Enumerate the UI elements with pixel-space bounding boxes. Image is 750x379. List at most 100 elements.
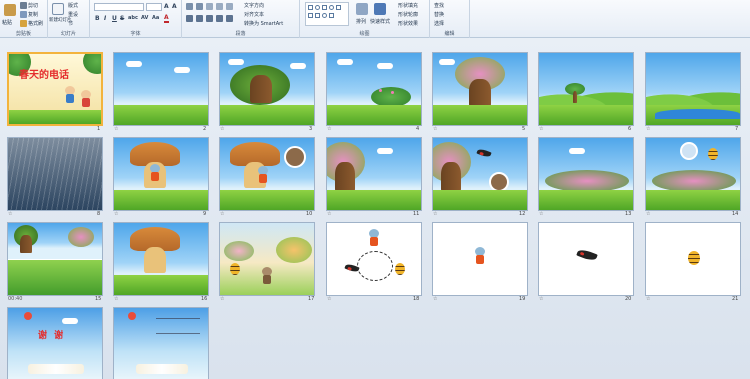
slide-thumbnail-3[interactable] — [219, 52, 315, 126]
justify-icon[interactable] — [216, 15, 223, 22]
new-slide-icon[interactable] — [52, 3, 64, 15]
slide-thumbnail-12[interactable] — [432, 137, 528, 211]
rectangle-shape-icon[interactable] — [308, 5, 313, 10]
align-right-icon[interactable] — [206, 15, 213, 22]
layout-button[interactable]: 版式 — [68, 2, 78, 9]
align-left-icon[interactable] — [186, 15, 193, 22]
transition-icon[interactable]: ☆ — [8, 211, 12, 217]
transition-icon[interactable]: ☆ — [539, 211, 543, 217]
slide-thumbnail-20[interactable] — [538, 222, 634, 296]
slide-number: 7 — [735, 126, 739, 132]
decrease-indent-icon[interactable] — [206, 3, 213, 10]
arrange-icon[interactable] — [356, 3, 368, 15]
grow-font-icon[interactable]: A — [164, 3, 169, 10]
transition-icon[interactable]: ☆ — [114, 211, 118, 217]
star-shape-icon[interactable] — [315, 13, 320, 18]
slide-thumbnail-7[interactable] — [645, 52, 741, 126]
transition-icon[interactable]: ☆ — [539, 126, 543, 132]
paste-icon[interactable] — [4, 4, 16, 16]
transition-icon[interactable]: ☆ — [220, 126, 224, 132]
transition-icon[interactable]: ☆ — [327, 211, 331, 217]
find-button[interactable]: 查找 — [434, 2, 444, 9]
transition-icon[interactable]: ☆ — [114, 126, 118, 132]
transition-icon[interactable]: ☆ — [433, 296, 437, 302]
copy-button[interactable]: 复制 — [20, 11, 38, 18]
paste-button[interactable]: 粘贴 — [2, 19, 12, 26]
transition-icon[interactable]: ☆ — [433, 126, 437, 132]
slide-thumbnail-5[interactable] — [432, 52, 528, 126]
shadow-button[interactable]: abc — [128, 15, 138, 21]
slide-number: 16 — [201, 296, 208, 302]
slide-thumbnail-4[interactable] — [326, 52, 422, 126]
slide-thumbnail-2[interactable] — [113, 52, 209, 126]
reset-button[interactable]: 重设 — [68, 11, 78, 18]
shape-effects-button[interactable]: 形状效果 — [398, 20, 418, 27]
transition-icon[interactable]: ☆ — [539, 296, 543, 302]
circle-shape-icon[interactable] — [329, 5, 334, 10]
strikethrough-button[interactable]: S — [120, 15, 124, 22]
shape-fill-button[interactable]: 形状填充 — [398, 2, 418, 9]
char-spacing-button[interactable]: AV — [141, 15, 148, 21]
transition-icon[interactable]: ☆ — [327, 296, 331, 302]
slide-thumbnail-22[interactable]: 谢 谢 — [7, 307, 103, 379]
format-painter-button[interactable]: 格式刷 — [20, 20, 43, 27]
transition-icon[interactable]: ☆ — [646, 296, 650, 302]
slide-thumbnail-8[interactable] — [7, 137, 103, 211]
transition-icon[interactable]: ☆ — [327, 126, 331, 132]
shapes-gallery[interactable] — [305, 2, 349, 26]
select-button[interactable]: 选择 — [434, 20, 444, 27]
bullets-icon[interactable] — [186, 3, 193, 10]
slide-thumbnail-10[interactable] — [219, 137, 315, 211]
slide-thumbnail-13[interactable] — [538, 137, 634, 211]
arrange-button[interactable]: 排列 — [356, 18, 366, 25]
text-direction-button[interactable]: 文字方向 — [244, 2, 264, 9]
transition-icon[interactable]: ☆ — [220, 211, 224, 217]
quick-styles-icon[interactable] — [374, 3, 386, 15]
transition-icon[interactable]: ☆ — [114, 296, 118, 302]
columns-icon[interactable] — [226, 15, 233, 22]
section-button[interactable]: 节 — [68, 20, 73, 27]
brace-shape-icon[interactable] — [329, 13, 334, 18]
slide-thumbnail-14[interactable] — [645, 137, 741, 211]
slide-thumbnail-16[interactable] — [113, 222, 209, 296]
callout-shape-icon[interactable] — [322, 13, 327, 18]
slide-thumbnail-11[interactable] — [326, 137, 422, 211]
transition-icon[interactable]: ☆ — [646, 126, 650, 132]
font-name-combo[interactable] — [94, 3, 144, 11]
bold-button[interactable]: B — [95, 15, 100, 22]
smartart-button[interactable]: 转换为 SmartArt — [244, 20, 283, 27]
slide-thumbnail-21[interactable] — [645, 222, 741, 296]
transition-icon[interactable]: ☆ — [646, 211, 650, 217]
slide-thumbnail-19[interactable] — [432, 222, 528, 296]
triangle-shape-icon[interactable] — [308, 13, 313, 18]
slide-thumbnail-9[interactable] — [113, 137, 209, 211]
transition-icon[interactable]: ☆ — [433, 211, 437, 217]
slide-thumbnail-15[interactable] — [7, 222, 103, 296]
font-size-combo[interactable] — [146, 3, 162, 11]
align-text-button[interactable]: 对齐文本 — [244, 11, 264, 18]
shape-outline-button[interactable]: 形状轮廓 — [398, 11, 418, 18]
numbering-icon[interactable] — [196, 3, 203, 10]
oval-shape-icon[interactable] — [315, 5, 320, 10]
slide-thumbnail-18[interactable] — [326, 222, 422, 296]
increase-indent-icon[interactable] — [216, 3, 223, 10]
align-center-icon[interactable] — [196, 15, 203, 22]
slide-thumbnail-23[interactable] — [113, 307, 209, 379]
change-case-button[interactable]: Aa — [152, 15, 159, 21]
arrow-shape-icon[interactable] — [336, 5, 341, 10]
quick-styles-button[interactable]: 快速样式 — [370, 18, 390, 25]
line-spacing-icon[interactable] — [226, 3, 233, 10]
replace-button[interactable]: 替换 — [434, 11, 444, 18]
underline-button[interactable]: U — [112, 15, 117, 22]
line-shape-icon[interactable] — [322, 5, 327, 10]
slide-thumbnail-6[interactable] — [538, 52, 634, 126]
font-color-button[interactable]: A — [164, 14, 169, 23]
slide-thumbnail-1[interactable]: 春天的电话 — [7, 52, 103, 126]
italic-button[interactable]: I — [104, 15, 106, 22]
transition-icon[interactable]: ☆ — [220, 296, 224, 302]
slide-thumbnail-17[interactable] — [219, 222, 315, 296]
shrink-font-icon[interactable]: A — [172, 3, 177, 10]
slide-number: 19 — [519, 296, 526, 302]
editing-group-label: 编辑 — [444, 31, 455, 37]
cut-button[interactable]: 剪切 — [20, 2, 38, 9]
